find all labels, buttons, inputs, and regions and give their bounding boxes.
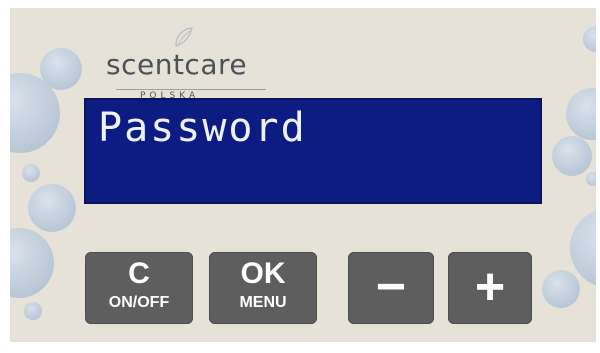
button-sublabel: ON/OFF: [108, 294, 170, 311]
lcd-text: Password: [98, 105, 307, 151]
logo-divider: [116, 89, 266, 90]
ok-menu-button[interactable]: OK MENU: [209, 252, 317, 324]
decorative-bubble: [552, 136, 592, 176]
c-on-off-button[interactable]: C ON/OFF: [85, 252, 193, 324]
decorative-bubble: [542, 270, 580, 308]
plus-button[interactable]: +: [448, 252, 532, 324]
minus-icon: −: [375, 258, 407, 316]
button-label: C: [128, 257, 150, 290]
decorative-bubble: [24, 302, 42, 320]
leaf-icon: [175, 27, 193, 47]
decorative-bubble: [566, 88, 596, 140]
brand-name: scentcare: [106, 48, 248, 81]
decorative-bubble: [22, 164, 40, 182]
button-label: OK: [240, 257, 286, 290]
decorative-bubble: [28, 184, 76, 232]
brand-logo: scentcare POLSKA: [106, 26, 276, 101]
plus-icon: +: [474, 258, 506, 316]
minus-button[interactable]: −: [348, 252, 434, 324]
button-sublabel: MENU: [239, 294, 287, 311]
decorative-bubble: [586, 172, 596, 186]
lcd-display: Password: [84, 98, 542, 204]
decorative-bubble: [10, 228, 54, 298]
control-panel: scentcare POLSKA Password C ON/OFF OK ME…: [10, 8, 596, 342]
decorative-bubble: [583, 26, 596, 52]
